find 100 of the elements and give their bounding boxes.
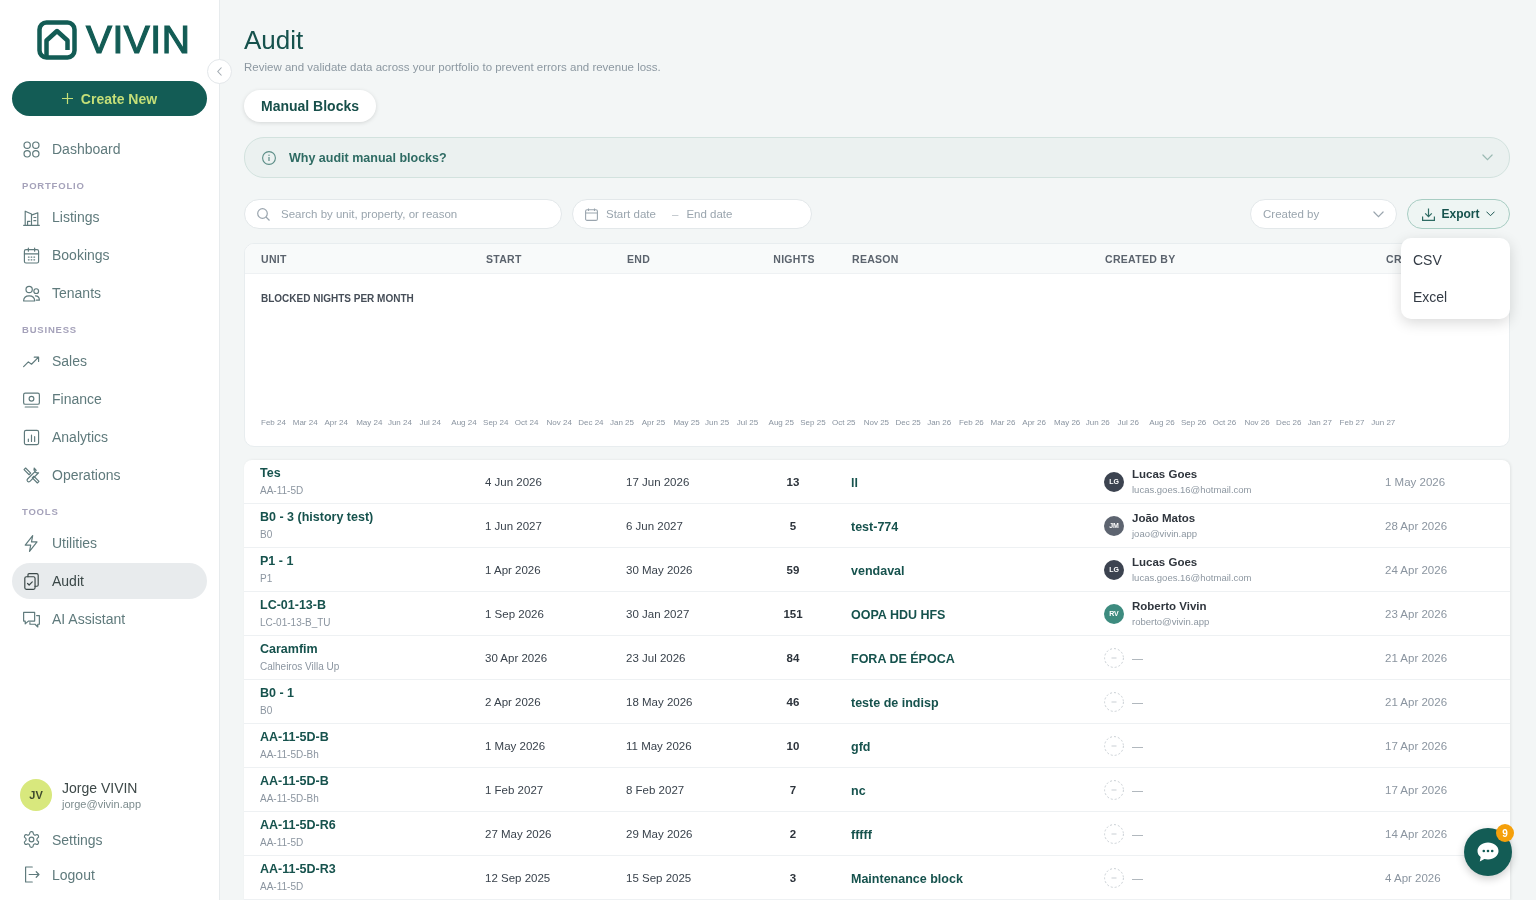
date-separator: – [672, 208, 679, 220]
table-cell: 10 [786, 739, 800, 752]
axis-label: Apr 24 [324, 417, 348, 427]
chart-title: BLOCKED NIGHTS PER MONTH [261, 293, 414, 305]
nav-item[interactable]: Finance [12, 381, 207, 417]
menu-item[interactable]: Excel [1401, 278, 1510, 315]
chevron-down-icon [1485, 211, 1495, 217]
table-cell: 2 [789, 827, 797, 840]
table-cell: 6 Jun 2027 [626, 519, 683, 532]
axis-label: Jan 27 [1307, 417, 1332, 427]
nav-item[interactable]: Audit [12, 563, 207, 599]
axis-label: Jul 26 [1117, 417, 1139, 427]
nav-section-heading: PORTFOLIO [22, 179, 85, 193]
banknote-icon [23, 390, 40, 408]
nav-item[interactable]: AI Assistant [12, 601, 207, 637]
table-cell: Maintenance block [851, 871, 963, 886]
property-name: Calheiros Villa Up [260, 660, 340, 673]
axis-label: Oct 26 [1212, 417, 1237, 427]
table-cell: 30 May 2026 [626, 563, 693, 576]
creator-email: lucas.goes.16@hotmail.com [1132, 572, 1252, 584]
column-header: UNIT [261, 252, 287, 265]
axis-label: Mar 24 [292, 417, 318, 427]
nav-item[interactable]: Tenants [12, 275, 207, 311]
axis-label: Jul 24 [419, 417, 441, 427]
nav-item[interactable]: Logout [12, 857, 207, 892]
table-cell: 23 Jul 2026 [626, 651, 686, 664]
export-button[interactable]: Export [1407, 199, 1510, 229]
page-title: Audit [244, 24, 304, 56]
property-name: AA-11-5D [260, 484, 304, 497]
nav-item[interactable]: Operations [12, 457, 207, 493]
end-date-input[interactable]: End date [686, 208, 745, 220]
user-avatar: JV [20, 779, 52, 811]
axis-label: Apr 25 [641, 417, 666, 427]
axis-label: Oct 25 [832, 417, 856, 427]
created-by-dropdown[interactable]: Created by [1250, 199, 1397, 229]
creator-name: — [1132, 695, 1143, 708]
nav-item[interactable]: Settings [12, 822, 207, 857]
table-cell: ll [851, 475, 858, 490]
tab[interactable]: Manual Blocks [244, 90, 377, 122]
table-cell: 17 Jun 2026 [626, 475, 690, 488]
create-new-button[interactable]: Create New [12, 81, 207, 116]
axis-label: Dec 26 [1276, 417, 1302, 427]
table-cell: vendaval [851, 563, 905, 578]
tools-icon [23, 466, 40, 484]
unit-name: B0 - 1 [260, 686, 295, 701]
creator-name: — [1132, 871, 1143, 884]
search-field[interactable]: Search by unit, property, or reason [244, 199, 562, 229]
creator-name: — [1132, 651, 1143, 664]
creator-email: roberto@vivin.app [1132, 616, 1210, 628]
nav-item[interactable]: Bookings [12, 237, 207, 273]
unit-name: B0 - 3 (history test) [260, 510, 374, 525]
creator-name: — [1132, 739, 1143, 752]
table-cell: 14 Apr 2026 [1385, 827, 1448, 840]
empty-avatar-icon [1104, 779, 1124, 800]
chat-icon [1477, 842, 1499, 862]
table-cell: 5 [789, 519, 797, 532]
table-cell: 30 Apr 2026 [485, 651, 548, 664]
collapse-sidebar-button[interactable] [207, 59, 232, 84]
notification-badge: 9 [1496, 824, 1514, 842]
table-cell: 4 Apr 2026 [1385, 871, 1441, 884]
start-date-input[interactable]: Start date [606, 208, 664, 220]
axis-label: Apr 26 [1022, 417, 1046, 427]
axis-label: Dec 24 [578, 417, 604, 427]
table-cell: FORA DE ÉPOCA [851, 651, 955, 666]
property-name: LC-01-13-B_TU [260, 616, 331, 629]
chevron-down-icon [1373, 210, 1384, 218]
creator-name: Roberto Vivin [1132, 599, 1207, 613]
nav-item[interactable]: Utilities [12, 525, 207, 561]
table-cell: teste de indisp [851, 695, 939, 710]
column-header: REASON [852, 252, 899, 265]
table-cell: 7 [789, 783, 797, 796]
table-cell: test-774 [851, 519, 899, 534]
axis-label: Sep 26 [1180, 417, 1207, 427]
settings-icon [23, 831, 40, 848]
property-name: AA-11-5D-Bh [260, 792, 319, 805]
unit-name: Caramfim [260, 642, 318, 657]
property-name: AA-11-5D [260, 880, 304, 893]
nav-item[interactable]: Listings [12, 199, 207, 235]
table-cell: gfd [851, 739, 871, 754]
nav-item[interactable]: Sales [12, 343, 207, 379]
property-name: AA-11-5D [260, 836, 304, 849]
info-accordion[interactable]: Why audit manual blocks? [244, 137, 1510, 178]
axis-label: Sep 25 [800, 417, 826, 427]
nav-item[interactable]: Dashboard [12, 131, 207, 167]
table-cell: fffff [851, 827, 872, 842]
nav-item[interactable]: Analytics [12, 419, 207, 455]
search-icon [257, 208, 270, 221]
axis-label: Jun 26 [1085, 417, 1110, 427]
table-cell: OOPA HDU HFS [851, 607, 946, 622]
axis-label: May 25 [673, 417, 700, 427]
property-name: AA-11-5D-Bh [260, 748, 319, 761]
axis-label: Feb 27 [1339, 417, 1365, 427]
table-cell: 8 Feb 2027 [626, 783, 685, 796]
property-name: P1 [260, 572, 273, 585]
creator-email: lucas.goes.16@hotmail.com [1132, 484, 1252, 496]
axis-label: Jan 26 [927, 417, 952, 427]
table-cell: 17 Apr 2026 [1385, 739, 1448, 752]
axis-label: Feb 26 [958, 417, 984, 427]
menu-item[interactable]: CSV [1401, 241, 1510, 278]
clipboard-check-icon [23, 572, 40, 590]
